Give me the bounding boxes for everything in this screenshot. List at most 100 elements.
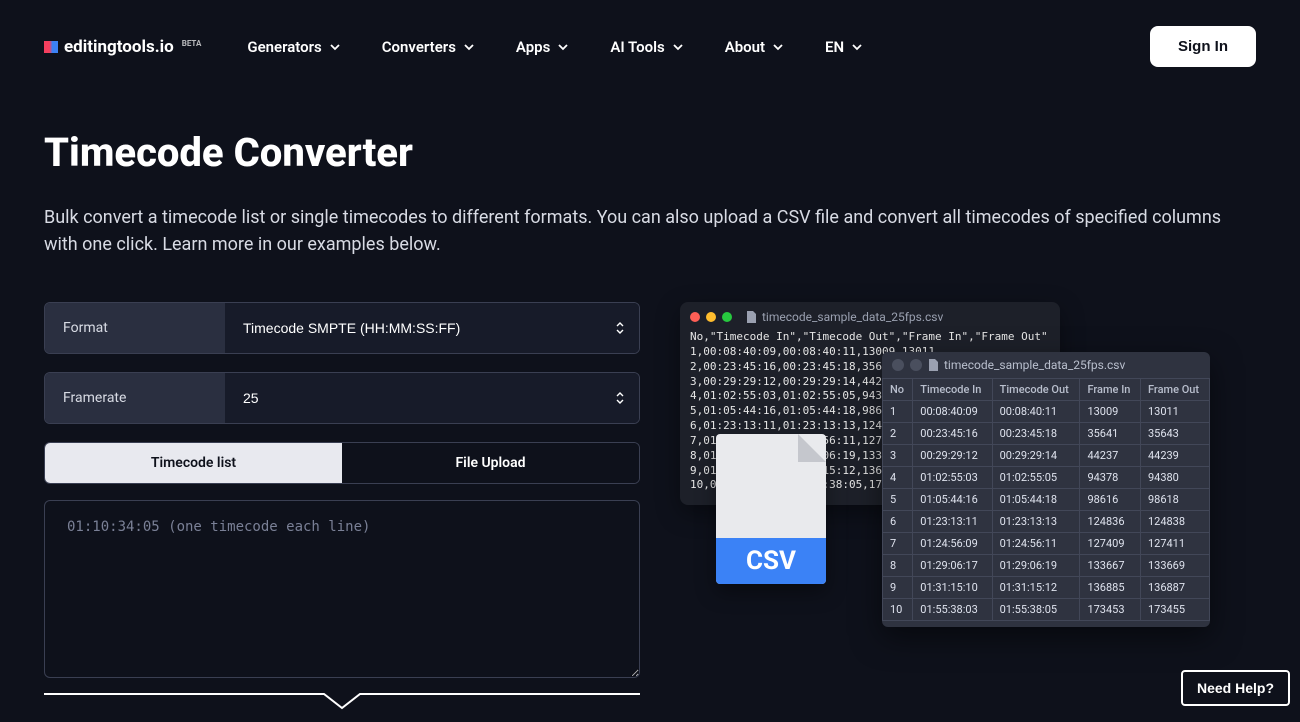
- table-row: 300:29:29:1200:29:29:144423744239: [883, 445, 1210, 467]
- window-btn-icon: [892, 359, 904, 371]
- table-row: 901:31:15:1001:31:15:12136885136887: [883, 577, 1210, 599]
- table-cell: 01:24:56:11: [992, 533, 1080, 555]
- window-zoom-icon: [722, 312, 732, 322]
- table-row: 501:05:44:1601:05:44:189861698618: [883, 489, 1210, 511]
- table-cell: 6: [883, 511, 913, 533]
- nav-label: About: [725, 38, 765, 56]
- table-cell: 00:29:29:12: [913, 445, 992, 467]
- main-content: Timecode Converter Bulk convert a timeco…: [0, 129, 1300, 716]
- nav-label: Apps: [516, 38, 550, 56]
- table-row: 701:24:56:0901:24:56:11127409127411: [883, 533, 1210, 555]
- table-cell: 3: [883, 445, 913, 467]
- table-cell: 00:23:45:16: [913, 423, 992, 445]
- window-minimize-icon: [706, 312, 716, 322]
- table-row: 1001:55:38:0301:55:38:05173453173455: [883, 599, 1210, 621]
- timecode-textarea[interactable]: [44, 500, 640, 678]
- table-row: 401:02:55:0301:02:55:059437894380: [883, 467, 1210, 489]
- table-cell: 94380: [1140, 467, 1209, 489]
- table-cell: 173453: [1080, 599, 1141, 621]
- table-cell: 01:23:13:11: [913, 511, 992, 533]
- terminal-title: timecode_sample_data_25fps.csv: [746, 310, 943, 324]
- chevron-down-icon: [464, 42, 474, 52]
- table-cell: 01:05:44:16: [913, 489, 992, 511]
- table-cell: 10: [883, 599, 913, 621]
- signin-button[interactable]: Sign In: [1150, 26, 1256, 67]
- table-row: 100:08:40:0900:08:40:111300913011: [883, 401, 1210, 423]
- table-cell: 00:08:40:09: [913, 401, 992, 423]
- format-field: Format Timecode SMPTE (HH:MM:SS:FF): [44, 302, 640, 354]
- nav-label: AI Tools: [610, 38, 664, 56]
- table-cell: 01:55:38:03: [913, 599, 992, 621]
- table-header: Timecode In: [913, 379, 992, 401]
- nav-about[interactable]: About: [725, 38, 783, 56]
- table-cell: 01:55:38:05: [992, 599, 1080, 621]
- table-cell: 124838: [1140, 511, 1209, 533]
- framerate-select[interactable]: 25: [225, 373, 639, 423]
- table-cell: 01:29:06:17: [913, 555, 992, 577]
- logo[interactable]: editingtools.io BETA: [44, 37, 201, 57]
- table-cell: 127411: [1140, 533, 1209, 555]
- table-cell: 00:08:40:11: [992, 401, 1080, 423]
- chevron-down-icon: [852, 42, 862, 52]
- table-cell: 1: [883, 401, 913, 423]
- form-panel: Format Timecode SMPTE (HH:MM:SS:FF) Fram…: [44, 302, 640, 716]
- table-cell: 13009: [1080, 401, 1141, 423]
- table-header: Timecode Out: [992, 379, 1080, 401]
- table-header: No: [883, 379, 913, 401]
- table-cell: 136885: [1080, 577, 1141, 599]
- table-row: 801:29:06:1701:29:06:19133667133669: [883, 555, 1210, 577]
- table-cell: 7: [883, 533, 913, 555]
- file-icon: [746, 311, 756, 323]
- help-button[interactable]: Need Help?: [1181, 670, 1290, 706]
- nav-ai-tools[interactable]: AI Tools: [610, 38, 682, 56]
- window-btn-icon: [910, 359, 922, 371]
- file-icon: [928, 359, 938, 371]
- table-cell: 173455: [1140, 599, 1209, 621]
- nav-label: Converters: [382, 38, 456, 56]
- table-cell: 01:05:44:18: [992, 489, 1080, 511]
- nav-label: Generators: [247, 38, 321, 56]
- chevron-down-icon: [773, 42, 783, 52]
- table-cell: 133667: [1080, 555, 1141, 577]
- table-cell: 01:02:55:03: [913, 467, 992, 489]
- header: editingtools.io BETA Generators Converte…: [0, 0, 1300, 93]
- brand-name: editingtools.io: [64, 37, 174, 57]
- table-cell: 01:31:15:12: [992, 577, 1080, 599]
- page-title: Timecode Converter: [44, 129, 1256, 176]
- chevron-down-icon: [558, 42, 568, 52]
- nav-apps[interactable]: Apps: [516, 38, 568, 56]
- tab-timecode-list[interactable]: Timecode list: [45, 443, 342, 483]
- main-nav: Generators Converters Apps AI Tools Abou…: [247, 38, 862, 56]
- csv-label: CSV: [716, 538, 826, 584]
- window-close-icon: [690, 312, 700, 322]
- nav-converters[interactable]: Converters: [382, 38, 474, 56]
- file-fold-icon: [798, 434, 826, 462]
- table-header: Frame In: [1080, 379, 1141, 401]
- table-cell: 35641: [1080, 423, 1141, 445]
- table-cell: 35643: [1140, 423, 1209, 445]
- chevron-down-icon: [330, 42, 340, 52]
- brand-badge: BETA: [182, 39, 202, 48]
- divider-wave-icon: [44, 690, 640, 712]
- table-cell: 133669: [1140, 555, 1209, 577]
- table-cell: 01:29:06:19: [992, 555, 1080, 577]
- table-cell: 136887: [1140, 577, 1209, 599]
- chevron-down-icon: [673, 42, 683, 52]
- nav-label: EN: [825, 38, 844, 56]
- table-cell: 00:29:29:14: [992, 445, 1080, 467]
- table-cell: 01:23:13:13: [992, 511, 1080, 533]
- table-cell: 01:02:55:05: [992, 467, 1080, 489]
- format-select[interactable]: Timecode SMPTE (HH:MM:SS:FF): [225, 303, 639, 353]
- table-cell: 44237: [1080, 445, 1141, 467]
- table-cell: 13011: [1140, 401, 1209, 423]
- input-mode-tabs: Timecode list File Upload: [44, 442, 640, 484]
- tab-file-upload[interactable]: File Upload: [342, 443, 639, 483]
- nav-language[interactable]: EN: [825, 38, 862, 56]
- framerate-field: Framerate 25: [44, 372, 640, 424]
- table-cell: 01:31:15:10: [913, 577, 992, 599]
- table-header: Frame Out: [1140, 379, 1209, 401]
- table-cell: 01:24:56:09: [913, 533, 992, 555]
- preview-panel: timecode_sample_data_25fps.csv No,"Timec…: [680, 302, 1256, 716]
- framerate-label: Framerate: [45, 373, 225, 423]
- nav-generators[interactable]: Generators: [247, 38, 339, 56]
